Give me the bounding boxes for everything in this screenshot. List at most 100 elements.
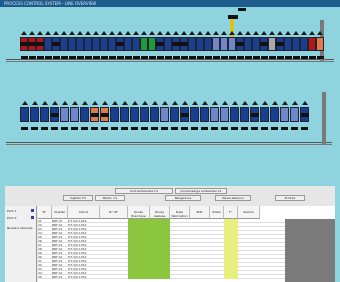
process-tank[interactable] bbox=[308, 37, 316, 51]
process-tank[interactable] bbox=[280, 107, 289, 122]
process-tank[interactable] bbox=[92, 37, 100, 51]
tank-status-label bbox=[151, 127, 158, 130]
yellow-crane-hook-icon[interactable] bbox=[230, 17, 234, 39]
process-tank[interactable] bbox=[212, 37, 220, 51]
process-tank[interactable] bbox=[44, 37, 52, 51]
tank-status-label bbox=[77, 56, 84, 59]
legend-swatch-pont2[interactable] bbox=[31, 216, 34, 219]
process-tank[interactable] bbox=[292, 37, 300, 51]
process-tank[interactable] bbox=[100, 37, 108, 51]
toolbar-button-printed[interactable]: Printed bbox=[275, 195, 305, 201]
process-tank[interactable] bbox=[240, 107, 249, 122]
left-legend-panel: Pont 1 Pont 2 Niveaux Alarmes bbox=[5, 206, 37, 282]
process-tank[interactable] bbox=[80, 107, 89, 122]
tank-status-label bbox=[41, 127, 48, 130]
process-tank[interactable] bbox=[30, 107, 39, 122]
tank-cap-icon bbox=[293, 31, 299, 35]
tank-status-label bbox=[171, 127, 178, 130]
table-header-cell[interactable]: Poste bbox=[210, 206, 224, 219]
toolbar-button-andi[interactable]: Andi ambientes C1 bbox=[115, 188, 173, 194]
process-tank[interactable] bbox=[140, 107, 149, 122]
process-tank[interactable] bbox=[204, 37, 212, 51]
process-tank[interactable] bbox=[220, 107, 229, 122]
process-tank[interactable] bbox=[284, 37, 292, 51]
process-tank[interactable] bbox=[150, 107, 159, 122]
tank-status-label bbox=[277, 56, 284, 59]
process-tank[interactable] bbox=[316, 37, 324, 51]
tank-cap-icon bbox=[151, 101, 158, 105]
toolbar-button-mazin[interactable]: Mazin. C1 bbox=[95, 195, 125, 201]
tank-cap-icon bbox=[21, 101, 28, 105]
process-tank[interactable] bbox=[108, 37, 116, 51]
process-tank[interactable] bbox=[20, 107, 29, 122]
process-tank[interactable] bbox=[230, 107, 239, 122]
process-tank[interactable] bbox=[148, 37, 156, 51]
process-tank[interactable] bbox=[160, 107, 169, 122]
toolbar-button-reval[interactable]: Reval abemos bbox=[215, 195, 251, 201]
toolbar-button-injektor[interactable]: Injektor P1 bbox=[63, 195, 93, 201]
process-tank[interactable] bbox=[290, 107, 299, 122]
tank-cap-icon bbox=[251, 101, 258, 105]
process-tank[interactable] bbox=[76, 37, 84, 51]
process-tank[interactable] bbox=[210, 107, 219, 122]
tank-cap-icon bbox=[317, 31, 323, 35]
process-tank[interactable] bbox=[164, 37, 172, 51]
tank-cap-icon bbox=[291, 101, 298, 105]
process-tank[interactable] bbox=[228, 37, 236, 51]
table-header-cell[interactable]: T° bbox=[224, 206, 238, 219]
table-header-cell[interactable]: Etat bbox=[190, 206, 210, 219]
process-tank[interactable] bbox=[140, 37, 148, 51]
process-tank[interactable] bbox=[110, 107, 119, 122]
process-tank[interactable] bbox=[200, 107, 209, 122]
toolbar-button-condensarge[interactable]: Condensarge ambientes C1 bbox=[175, 188, 227, 194]
tank-cap-icon bbox=[277, 31, 283, 35]
process-tank[interactable] bbox=[84, 37, 92, 51]
tank-cap-icon bbox=[157, 31, 163, 35]
tank-status-label bbox=[281, 127, 288, 130]
tank-cap-icon bbox=[231, 101, 238, 105]
process-tank[interactable] bbox=[196, 37, 204, 51]
process-tank[interactable] bbox=[244, 37, 252, 51]
process-tank[interactable] bbox=[260, 107, 269, 122]
table-header-cell[interactable]: Alarme bbox=[238, 206, 260, 219]
process-tank[interactable] bbox=[70, 107, 79, 122]
tank-cap-icon bbox=[31, 101, 38, 105]
tank-status-label bbox=[291, 127, 298, 130]
table-header-cell[interactable]: Date fabrication bbox=[170, 206, 190, 219]
process-tank[interactable] bbox=[190, 107, 199, 122]
process-tank[interactable] bbox=[220, 37, 228, 51]
table-header-cell[interactable]: Article bbox=[68, 206, 100, 219]
tank-cap-icon bbox=[141, 31, 147, 35]
process-tank[interactable] bbox=[120, 107, 129, 122]
process-tank[interactable] bbox=[170, 107, 179, 122]
tank-cap-icon bbox=[301, 101, 308, 105]
process-tank[interactable] bbox=[124, 37, 132, 51]
crane-carriage[interactable] bbox=[228, 15, 238, 19]
table-header-cell[interactable]: Durée théorique bbox=[128, 206, 150, 219]
table-header-cell[interactable]: Qualité bbox=[52, 206, 68, 219]
tank-level-indicator bbox=[236, 42, 244, 46]
tank-cap-icon bbox=[229, 31, 235, 35]
process-tank[interactable] bbox=[252, 37, 260, 51]
tank-cap-icon bbox=[171, 101, 178, 105]
process-tank[interactable] bbox=[40, 107, 49, 122]
legend-swatch-pont1[interactable] bbox=[31, 209, 34, 212]
process-tank[interactable] bbox=[270, 107, 279, 122]
tank-cap-icon bbox=[101, 31, 107, 35]
table-header-cell[interactable]: N° OF bbox=[100, 206, 128, 219]
toolbar-button-rengeduvs[interactable]: Rengeduvs bbox=[165, 195, 201, 201]
tank-cap-icon bbox=[271, 101, 278, 105]
tank-status-label bbox=[21, 56, 28, 59]
process-tank[interactable] bbox=[68, 37, 76, 51]
process-tank[interactable] bbox=[300, 37, 308, 51]
process-tank[interactable] bbox=[60, 107, 69, 122]
table-header-cell[interactable]: Durée réalisée bbox=[150, 206, 170, 219]
process-tank[interactable] bbox=[188, 37, 196, 51]
table-cell: 35 bbox=[38, 275, 42, 279]
process-tank[interactable] bbox=[268, 37, 276, 51]
process-tank[interactable] bbox=[60, 37, 68, 51]
table-cell bbox=[190, 275, 210, 279]
process-tank[interactable] bbox=[132, 37, 140, 51]
table-header-cell[interactable]: N° bbox=[38, 206, 52, 219]
process-tank[interactable] bbox=[130, 107, 139, 122]
